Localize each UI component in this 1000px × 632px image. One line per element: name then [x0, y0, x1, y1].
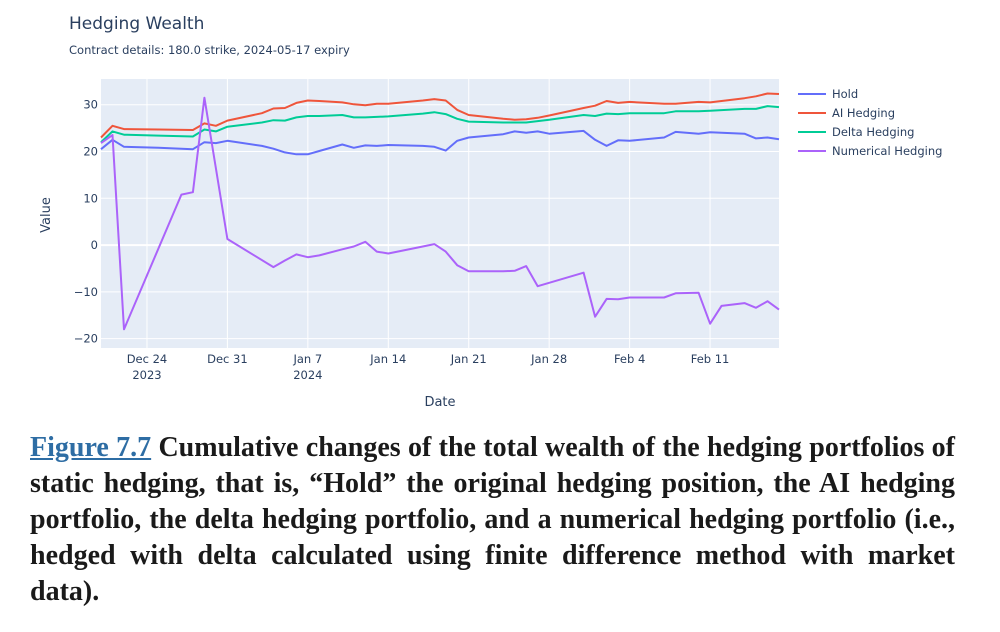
y-tick-label: −20 — [74, 332, 98, 346]
legend-label-hold[interactable]: Hold — [832, 87, 858, 101]
x-tick-label: Jan 21 — [450, 352, 487, 366]
x-tick-year-label: 2024 — [293, 368, 322, 382]
y-tick-label: 20 — [83, 145, 98, 159]
y-tick-label: 10 — [83, 191, 98, 205]
x-tick-label: Feb 4 — [614, 352, 645, 366]
figure-caption: Figure 7.7 Cumulative changes of the tot… — [30, 430, 955, 610]
legend-label-ai-hedging[interactable]: AI Hedging — [832, 106, 895, 120]
y-tick-label: 0 — [91, 238, 98, 252]
y-tick-label: 30 — [83, 98, 98, 112]
x-tick-label: Dec 24 — [127, 352, 168, 366]
x-tick-label: Feb 11 — [691, 352, 730, 366]
legend: Hold AI Hedging Delta Hedging Numerical Hed… — [798, 87, 942, 158]
y-axis-label: Value — [39, 197, 54, 233]
figure-link[interactable]: Figure 7.7 — [30, 432, 151, 463]
chart-figure: Hedging Wealth Contract details: 180.0 s… — [39, 14, 942, 410]
x-tick-label: Dec 31 — [207, 352, 248, 366]
x-tick-label: Jan 14 — [369, 352, 406, 366]
chart-title: Hedging Wealth — [69, 14, 204, 34]
y-tick-label: −10 — [74, 285, 98, 299]
x-tick-label: Jan 7 — [292, 352, 322, 366]
caption-text: Cumulative changes of the total wealth o… — [30, 432, 956, 607]
y-tick-labels: −20 −10 0 10 20 30 — [74, 98, 98, 346]
legend-label-delta-hedging[interactable]: Delta Hedging — [832, 125, 914, 139]
x-tick-year-label: 2023 — [132, 368, 161, 382]
x-tick-labels: Dec 24 2023 Dec 31 Jan 7 2024 Jan 14 Jan 21 Jan… — [127, 352, 730, 382]
chart-subtitle: Contract details: 180.0 strike, 2024-05-… — [69, 43, 350, 57]
x-axis-label: Date — [424, 395, 455, 410]
x-tick-label: Jan 28 — [530, 352, 567, 366]
legend-label-numerical-hedging[interactable]: Numerical Hedging — [832, 144, 942, 158]
